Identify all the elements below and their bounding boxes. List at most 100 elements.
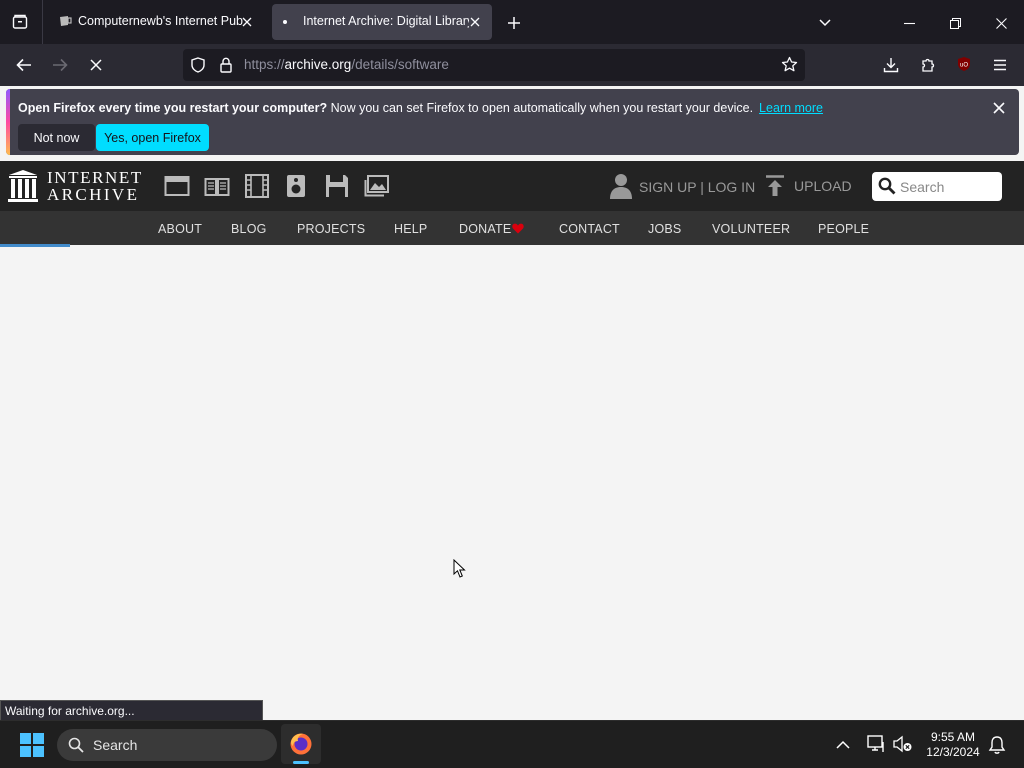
logo-line-2: ARCHIVE bbox=[47, 185, 140, 204]
loading-dot-icon bbox=[283, 20, 287, 24]
nav-jobs[interactable]: JOBS bbox=[648, 222, 681, 236]
user-icon[interactable] bbox=[610, 173, 632, 204]
notification-accent-stripe bbox=[6, 89, 10, 155]
back-arrow-icon bbox=[16, 58, 31, 72]
clock-time: 9:55 AM bbox=[930, 730, 976, 744]
restore-icon bbox=[949, 17, 961, 29]
url-path: /details/software bbox=[351, 57, 449, 72]
url-host: archive.org bbox=[284, 57, 352, 72]
close-tab-icon[interactable] bbox=[238, 13, 256, 31]
minimize-button[interactable] bbox=[898, 12, 920, 34]
nav-about[interactable]: ABOUT bbox=[158, 222, 202, 236]
bookmark-star-icon[interactable] bbox=[781, 56, 798, 78]
tab-internet-archive[interactable]: Internet Archive: Digital Library bbox=[272, 4, 492, 40]
tab-title: Computernewb's Internet Pub | bbox=[78, 14, 246, 28]
firefox-view-icon[interactable] bbox=[6, 8, 34, 36]
stop-icon bbox=[90, 59, 102, 71]
ia-search-input[interactable]: Search bbox=[872, 172, 1002, 201]
video-icon[interactable] bbox=[244, 174, 270, 203]
notification-heading: Open Firefox every time you restart your… bbox=[18, 101, 328, 115]
ublock-shield-icon: uO bbox=[958, 57, 970, 71]
stop-button[interactable] bbox=[84, 53, 108, 77]
forward-button[interactable] bbox=[48, 53, 72, 77]
start-button[interactable] bbox=[20, 733, 44, 762]
search-icon bbox=[878, 177, 896, 195]
ia-top-header: INTERNET ARCHIVE SIGN UP | LOG IN UPLOAD… bbox=[0, 161, 1024, 211]
heart-icon bbox=[512, 223, 524, 234]
taskbar-clock[interactable]: 9:55 AM 12/3/2024 bbox=[918, 730, 988, 760]
close-icon bbox=[995, 17, 1007, 29]
upload-icon[interactable] bbox=[765, 175, 785, 202]
tab-strip: Computernewb's Internet Pub | Internet A… bbox=[0, 0, 1024, 44]
ia-logo[interactable]: INTERNET ARCHIVE bbox=[8, 169, 146, 205]
tracking-protection-shield-icon[interactable] bbox=[190, 57, 206, 78]
plus-icon bbox=[508, 17, 520, 29]
nav-volunteer[interactable]: VOLUNTEER bbox=[712, 222, 790, 236]
page-content-area bbox=[0, 247, 1024, 700]
back-button[interactable] bbox=[12, 53, 36, 77]
taskbar-firefox-button[interactable] bbox=[281, 724, 321, 764]
archive-building-icon bbox=[8, 170, 38, 202]
tab-title: Internet Archive: Digital Library bbox=[303, 14, 469, 28]
hamburger-menu-icon bbox=[994, 59, 1006, 71]
puzzle-icon bbox=[922, 58, 935, 72]
tab-computernewb[interactable]: Computernewb's Internet Pub | bbox=[48, 4, 264, 40]
close-notification-button[interactable] bbox=[990, 99, 1008, 117]
tab-divider bbox=[42, 0, 43, 44]
download-icon bbox=[883, 58, 899, 73]
nav-projects[interactable]: PROJECTS bbox=[297, 222, 365, 236]
url-prefix: https:// bbox=[244, 57, 285, 72]
yes-open-firefox-button[interactable]: Yes, open Firefox bbox=[96, 124, 209, 151]
learn-more-link[interactable]: Learn more bbox=[759, 101, 823, 115]
new-tab-button[interactable] bbox=[503, 12, 525, 34]
show-hidden-icons-button[interactable] bbox=[836, 737, 850, 755]
logo-line-1: INTERNET bbox=[47, 168, 143, 187]
notifications-bell-icon[interactable] bbox=[988, 735, 1006, 760]
firefox-autostart-notification: Open Firefox every time you restart your… bbox=[6, 89, 1019, 155]
nav-blog[interactable]: BLOG bbox=[231, 222, 267, 236]
status-panel: Waiting for archive.org... bbox=[0, 700, 263, 721]
forward-arrow-icon bbox=[53, 58, 68, 72]
not-now-button[interactable]: Not now bbox=[18, 124, 95, 151]
lock-icon[interactable] bbox=[219, 57, 233, 78]
windows-logo-icon bbox=[20, 733, 44, 757]
minimize-icon bbox=[903, 22, 915, 24]
close-window-button[interactable] bbox=[990, 12, 1012, 34]
close-icon bbox=[993, 102, 1005, 114]
app-menu-button[interactable] bbox=[989, 54, 1011, 76]
texts-icon[interactable] bbox=[204, 174, 230, 203]
web-icon[interactable] bbox=[164, 174, 190, 203]
svg-text:uO: uO bbox=[960, 63, 968, 69]
mouse-cursor-icon bbox=[453, 559, 466, 578]
url-text[interactable]: https://archive.org/details/software bbox=[244, 57, 449, 72]
audio-icon[interactable] bbox=[285, 174, 307, 203]
upload-link[interactable]: UPLOAD bbox=[794, 178, 852, 194]
windows-taskbar: Search 9:55 AM 12/3/2024 bbox=[0, 720, 1024, 768]
restore-button[interactable] bbox=[944, 12, 966, 34]
chevron-down-icon bbox=[819, 19, 831, 27]
firefox-icon bbox=[290, 733, 312, 755]
close-tab-icon[interactable] bbox=[466, 13, 484, 31]
nav-people[interactable]: PEOPLE bbox=[818, 222, 869, 236]
search-placeholder: Search bbox=[900, 179, 945, 195]
software-icon[interactable] bbox=[325, 174, 349, 203]
notification-message: Open Firefox every time you restart your… bbox=[18, 101, 823, 115]
volume-muted-icon[interactable] bbox=[893, 735, 913, 758]
extensions-button[interactable] bbox=[917, 54, 939, 76]
search-icon bbox=[68, 737, 84, 753]
navigation-toolbar: https://archive.org/details/software uO bbox=[0, 44, 1024, 86]
nav-donate[interactable]: DONATE bbox=[459, 222, 511, 236]
running-indicator bbox=[293, 761, 309, 764]
clock-date: 12/3/2024 bbox=[926, 745, 980, 759]
nav-help[interactable]: HELP bbox=[394, 222, 427, 236]
ublock-origin-button[interactable]: uO bbox=[954, 54, 974, 74]
downloads-button[interactable] bbox=[880, 54, 902, 76]
nav-contact[interactable]: CONTACT bbox=[559, 222, 620, 236]
images-icon[interactable] bbox=[364, 174, 390, 203]
taskbar-search-box[interactable]: Search bbox=[57, 729, 277, 761]
list-all-tabs-button[interactable] bbox=[814, 12, 836, 34]
sign-up-log-in-link[interactable]: SIGN UP | LOG IN bbox=[639, 179, 755, 195]
network-icon[interactable] bbox=[867, 735, 887, 758]
ia-nav-bar: ABOUT BLOG PROJECTS HELP DONATE CONTACT … bbox=[0, 211, 1024, 245]
url-bar[interactable]: https://archive.org/details/software bbox=[183, 49, 805, 81]
